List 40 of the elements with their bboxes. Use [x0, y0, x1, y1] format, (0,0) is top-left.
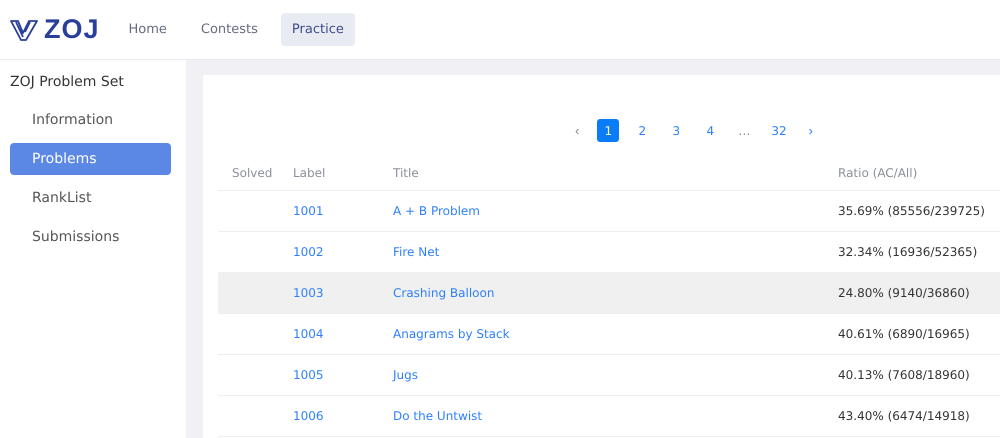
problem-label-link[interactable]: 1002 — [293, 245, 324, 259]
nav-tab[interactable]: Contests — [190, 13, 269, 46]
sidebar-item[interactable]: RankList — [10, 182, 171, 214]
sidebar-item[interactable]: Information — [10, 104, 171, 136]
nav-tab[interactable]: Home — [118, 13, 178, 46]
problem-title-link[interactable]: Crashing Balloon — [393, 286, 494, 300]
problem-label-link[interactable]: 1004 — [293, 327, 324, 341]
problem-title-link[interactable]: A + B Problem — [393, 204, 480, 218]
page-button[interactable]: 3 — [665, 119, 688, 142]
prev-page-button[interactable]: ‹ — [569, 123, 586, 138]
problem-title-link[interactable]: Jugs — [393, 368, 418, 382]
page-button[interactable]: 1 — [597, 119, 620, 142]
sidebar-item[interactable]: Submissions — [10, 221, 171, 253]
ratio-text: 40.13% (7608/18960) — [838, 368, 970, 382]
sidebar-item[interactable]: Problems — [10, 143, 171, 175]
next-page-button[interactable]: › — [802, 123, 819, 138]
column-header: Solved — [232, 166, 272, 180]
problem-title-link[interactable]: Anagrams by Stack — [393, 327, 510, 341]
page-button[interactable]: 32 — [767, 119, 791, 142]
ratio-text: 40.61% (6890/16965) — [838, 327, 970, 341]
nav-tab[interactable]: Practice — [280, 13, 355, 46]
column-header: Ratio (AC/All) — [838, 166, 918, 180]
page-button[interactable]: 4 — [699, 119, 722, 142]
problem-title-link[interactable]: Fire Net — [393, 245, 440, 259]
problem-label-link[interactable]: 1001 — [293, 204, 324, 218]
column-header: Title — [393, 166, 419, 180]
problem-label-link[interactable]: 1005 — [293, 368, 324, 382]
sidebar-title: ZOJ Problem Set — [10, 74, 125, 90]
ratio-text: 32.34% (16936/52365) — [838, 245, 978, 259]
logo-icon — [10, 18, 40, 42]
problem-title-link[interactable]: Do the Untwist — [393, 409, 482, 423]
page-button[interactable]: 2 — [631, 119, 654, 142]
ratio-text: 43.40% (6474/14918) — [838, 409, 970, 423]
problem-label-link[interactable]: 1003 — [293, 286, 324, 300]
ratio-text: 35.69% (85556/239725) — [838, 204, 985, 218]
page-button[interactable]: … — [733, 119, 756, 142]
ratio-text: 24.80% (9140/36860) — [838, 286, 970, 300]
problem-label-link[interactable]: 1006 — [293, 409, 324, 423]
logo-text: ZOJ — [44, 14, 100, 45]
column-header: Label — [293, 166, 326, 180]
